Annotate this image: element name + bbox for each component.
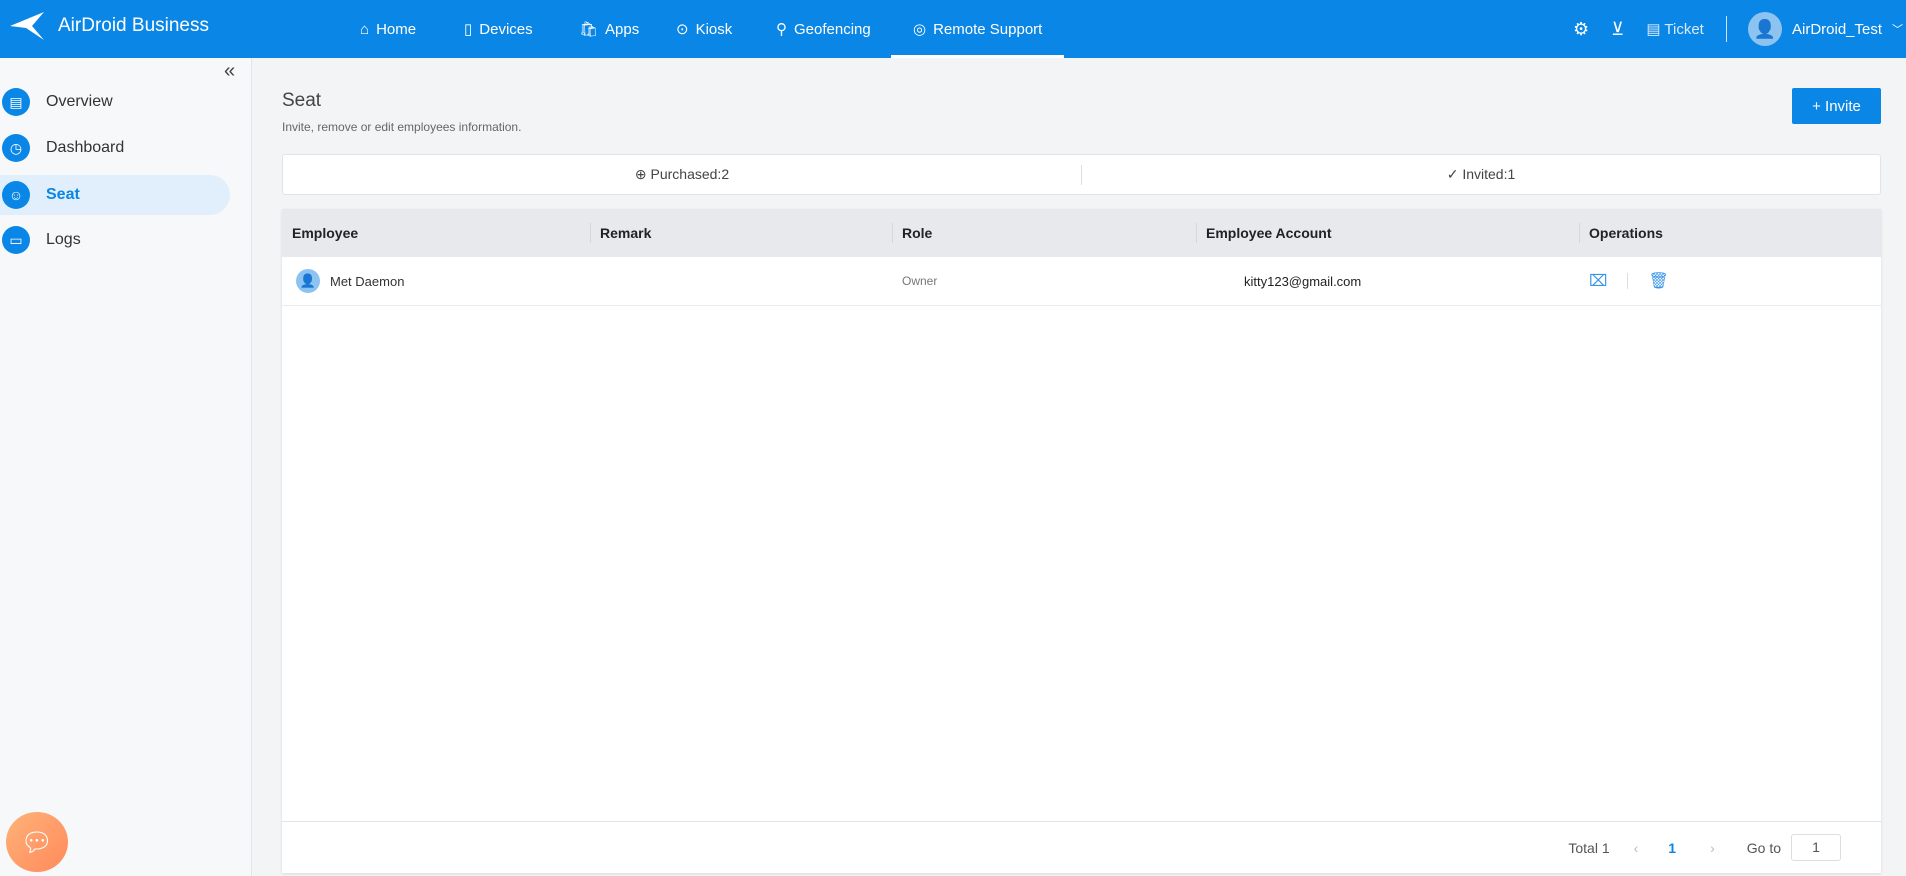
purchased-stat: ⊕ Purchased:2 [283, 166, 1081, 183]
nav-devices[interactable]: ▯ Devices [464, 0, 533, 58]
page-title: Seat [282, 90, 322, 111]
app-title: AirDroid Business [58, 15, 209, 36]
nav-label: Kiosk [695, 20, 733, 38]
sidebar: « ▤ Overview ◷ Dashboard ☺ Seat ▭ Logs [0, 58, 252, 876]
goto-page-input[interactable]: 1 [1791, 834, 1841, 861]
settings-icon[interactable]: ⚙ [1573, 19, 1589, 40]
page-subtitle: Invite, remove or edit employees informa… [282, 120, 522, 134]
employee-name: Met Daemon [330, 273, 405, 289]
divider [1627, 273, 1629, 289]
top-bar: AirDroid Business ⌂ Home ▯ Devices 🛍︎ Apps … [0, 0, 1906, 58]
account-cell: kitty123@gmail.com [1244, 273, 1362, 289]
check-circle-icon: ✓ [1446, 166, 1463, 182]
col-remark: Remark [590, 209, 651, 257]
sidebar-item-overview[interactable]: ▤ Overview [0, 82, 230, 122]
nav-home[interactable]: ⌂ Home [360, 0, 416, 58]
edit-remark-icon[interactable]: ⌧ [1589, 271, 1607, 291]
page-1[interactable]: 1 [1668, 840, 1676, 856]
purchased-label: Purchased:2 [650, 166, 730, 182]
next-page-icon[interactable]: › [1710, 840, 1715, 856]
invite-button[interactable]: + Invite [1792, 88, 1881, 124]
collapse-sidebar-icon[interactable]: « [224, 60, 235, 83]
sidebar-item-label: Seat [46, 186, 80, 203]
nav-label: Geofencing [794, 20, 871, 38]
logs-icon: ▭ [2, 226, 30, 254]
table-row: 👤 Met Daemon Owner kitty123@gmail.com ⌧ 🗑… [282, 257, 1881, 306]
nav-label: Devices [479, 20, 533, 38]
divider [1725, 16, 1727, 42]
seat-icon: ☺ [2, 181, 30, 209]
chevron-down-icon: ﹀ [1892, 24, 1904, 36]
role-cell: Owner [902, 274, 938, 288]
pagination: Total 1 ‹ 1 › Go to 1 [282, 821, 1881, 873]
col-employee: Employee [292, 225, 359, 241]
ticket-label: Ticket [1664, 21, 1704, 38]
message-icon: ▤ [1646, 21, 1665, 38]
ticket-button[interactable]: ▤ Ticket [1646, 20, 1704, 38]
nav-label: Apps [605, 20, 640, 38]
home-icon: ⌂ [360, 20, 370, 38]
user-menu[interactable]: 👤 AirDroid_Test ﹀ [1748, 0, 1903, 58]
sidebar-item-dashboard[interactable]: ◷ Dashboard [0, 128, 230, 168]
nav-kiosk[interactable]: ⊙ Kiosk [676, 0, 732, 58]
dashboard-icon: ◷ [2, 134, 30, 162]
nav-apps[interactable]: 🛍︎ Apps [579, 0, 639, 58]
user-avatar: 👤 [1748, 12, 1782, 46]
col-employee-account: Employee Account [1196, 209, 1332, 257]
sidebar-item-label: Overview [46, 93, 113, 110]
kiosk-icon: ⊙ [676, 21, 689, 38]
delete-icon[interactable]: 🗑︎ [1648, 271, 1668, 291]
nav-remote-support[interactable]: ◎ Remote Support [890, 0, 1065, 58]
overview-icon: ▤ [2, 88, 30, 116]
goto-label: Go to [1746, 839, 1781, 856]
sidebar-item-label: Dashboard [46, 139, 125, 156]
download-icon[interactable]: ⊻ [1611, 19, 1624, 40]
employee-avatar: 👤 [296, 269, 320, 293]
lifebuoy-icon: ◎ [913, 21, 927, 38]
sidebar-item-seat[interactable]: ☺ Seat [0, 175, 230, 215]
col-operations: Operations [1579, 209, 1663, 257]
device-icon: ▯ [464, 21, 473, 38]
geofencing-icon: ⚲ [776, 21, 787, 38]
apps-icon: 🛍︎ [579, 21, 599, 38]
nav-label: Home [376, 20, 417, 38]
table-header: Employee Remark Role Employee Account Op… [282, 209, 1881, 257]
logo[interactable]: AirDroid Business [10, 12, 209, 40]
plus-circle-icon: ⊕ [634, 166, 651, 182]
nav-label: Remote Support [933, 20, 1043, 38]
user-name: AirDroid_Test [1792, 20, 1883, 38]
invited-stat: ✓ Invited:1 [1082, 166, 1880, 183]
airdroid-logo-icon [10, 12, 44, 40]
employee-table: Employee Remark Role Employee Account Op… [282, 209, 1881, 873]
nav-geofencing[interactable]: ⚲ Geofencing [776, 0, 871, 58]
seat-stats: ⊕ Purchased:2 ✓ Invited:1 [282, 154, 1881, 195]
chat-support-button[interactable]: 💬︎ [6, 812, 68, 872]
chat-bubble-icon: 💬︎ [20, 826, 54, 857]
prev-page-icon[interactable]: ‹ [1634, 840, 1639, 856]
sidebar-item-logs[interactable]: ▭ Logs [0, 220, 230, 260]
total-count: Total 1 [1568, 839, 1610, 856]
col-role: Role [892, 209, 932, 257]
sidebar-item-label: Logs [46, 231, 81, 248]
invited-label: Invited:1 [1462, 166, 1516, 182]
